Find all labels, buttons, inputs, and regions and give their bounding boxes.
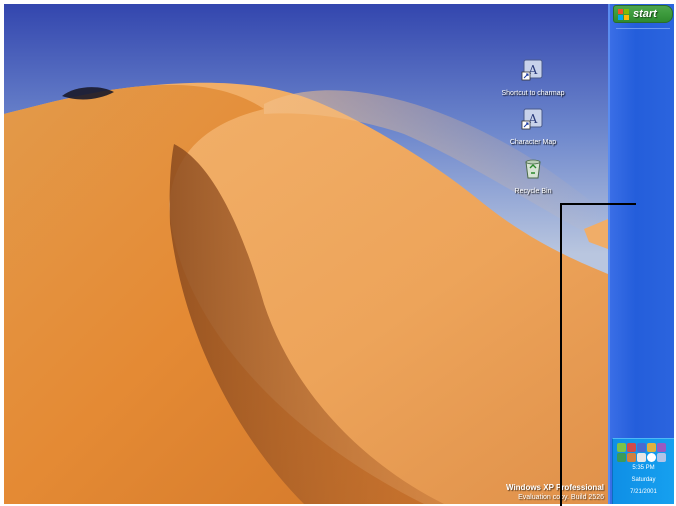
tray-icon[interactable] [656, 453, 666, 462]
desktop-icon-label: Character Map [509, 139, 557, 146]
tray-icon[interactable] [646, 453, 656, 462]
desktop-icon-label: Shortcut to charmap [501, 90, 565, 97]
tray-icon[interactable] [616, 453, 626, 462]
clock-day: Saturday [631, 477, 656, 483]
screen: A Shortcut to charmap A Character Map Re… [4, 4, 674, 504]
tray-icon[interactable] [626, 443, 636, 452]
taskbar[interactable]: start 5:35 PM Saturday 7/21/2001 [608, 4, 674, 504]
clock-time[interactable]: 5:35 PM [613, 462, 674, 474]
tray-icon[interactable] [646, 443, 656, 452]
character-map-icon: A [521, 108, 543, 130]
tray-icon[interactable] [636, 443, 646, 452]
charmap-shortcut-icon: A [521, 59, 543, 81]
callout-line-vertical [560, 203, 562, 506]
callout-line-horizontal [560, 203, 636, 205]
tray-icon-group [616, 443, 671, 462]
clock-date: 7/21/2001 [630, 489, 657, 495]
system-tray[interactable]: 5:35 PM Saturday 7/21/2001 [612, 438, 674, 504]
tray-icon[interactable] [656, 443, 666, 452]
taskbar-separator [616, 28, 670, 29]
desktop-icon-shortcut-to-charmap[interactable]: A Shortcut to charmap [498, 58, 568, 98]
tray-icon[interactable] [636, 453, 646, 462]
start-button[interactable]: start [613, 5, 673, 23]
recycle-bin-icon [525, 159, 541, 179]
watermark-product: Windows XP Professional [505, 483, 604, 492]
watermark-evaluation: Evaluation copy. Build 2526 [518, 494, 604, 501]
windows-watermark: Windows XP Professional Evaluation copy.… [506, 482, 604, 502]
start-label: start [633, 8, 657, 20]
desktop[interactable]: A Shortcut to charmap A Character Map Re… [4, 4, 608, 504]
tray-icon[interactable] [616, 443, 626, 452]
tray-icon[interactable] [626, 453, 636, 462]
desktop-icon-recycle-bin[interactable]: Recycle Bin [498, 156, 568, 196]
desktop-icon-character-map[interactable]: A Character Map [498, 107, 568, 147]
desktop-icon-label: Recycle Bin [514, 188, 552, 195]
windows-flag-icon [618, 8, 629, 20]
